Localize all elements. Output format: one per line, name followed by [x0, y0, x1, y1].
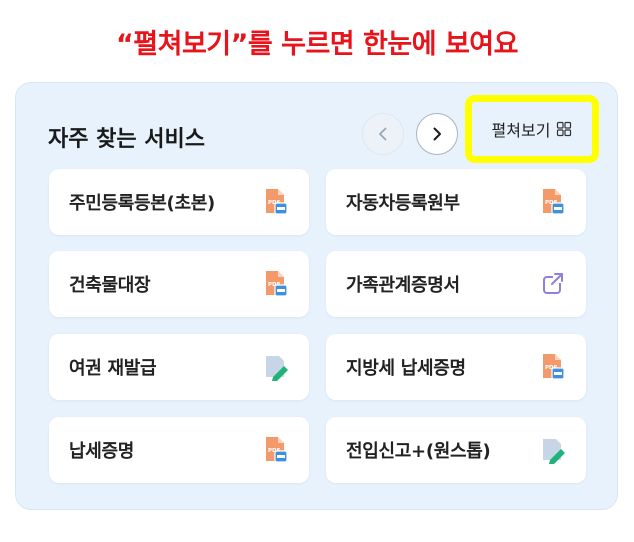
previous-button[interactable]: [362, 113, 404, 155]
service-card-label: 전입신고+(원스톱): [346, 441, 491, 462]
external-link-icon: [540, 270, 566, 298]
edit-document-icon: [540, 436, 566, 464]
service-card[interactable]: 지방세 납세증명 PDF: [326, 334, 586, 400]
grid-view-icon: [557, 121, 572, 137]
service-card-label: 건축물대장: [69, 275, 151, 296]
section-title: 자주 찾는 서비스: [48, 127, 205, 152]
instruction-banner: “펼쳐보기”를 누르면 한눈에 보여요: [116, 29, 518, 60]
chevron-right-icon: [433, 127, 441, 141]
chevron-left-icon: [379, 127, 387, 141]
service-card[interactable]: 전입신고+(원스톱): [326, 417, 586, 483]
pdf-file-icon: PDF: [263, 270, 289, 298]
expand-view-button[interactable]: 펼쳐보기: [465, 95, 599, 163]
service-card[interactable]: 주민등록등본(초본) PDF: [49, 169, 309, 235]
service-card-label: 주민등록등본(초본): [69, 193, 215, 214]
service-card-label: 지방세 납세증명: [346, 358, 466, 379]
pdf-file-icon: PDF: [540, 353, 566, 381]
service-card[interactable]: 건축물대장 PDF: [49, 251, 309, 317]
service-card-label: 가족관계증명서: [346, 275, 460, 296]
edit-document-icon: [263, 353, 289, 381]
service-card-label: 여권 재발급: [69, 358, 157, 379]
service-card[interactable]: 여권 재발급: [49, 334, 309, 400]
pdf-file-icon: PDF: [540, 188, 566, 216]
service-card[interactable]: 자동차등록원부 PDF: [326, 169, 586, 235]
pdf-file-icon: PDF: [263, 188, 289, 216]
service-card[interactable]: 납세증명 PDF: [49, 417, 309, 483]
pdf-file-icon: PDF: [263, 436, 289, 464]
next-button[interactable]: [416, 113, 458, 155]
service-card[interactable]: 가족관계증명서: [326, 251, 586, 317]
expand-view-label: 펼쳐보기: [491, 121, 551, 140]
frequent-services-panel: 자주 찾는 서비스 펼쳐보기 주민등록등본(초본) PDF 자동차등록원부 PD…: [15, 82, 618, 510]
service-card-label: 자동차등록원부: [346, 193, 460, 214]
service-card-label: 납세증명: [69, 441, 135, 462]
